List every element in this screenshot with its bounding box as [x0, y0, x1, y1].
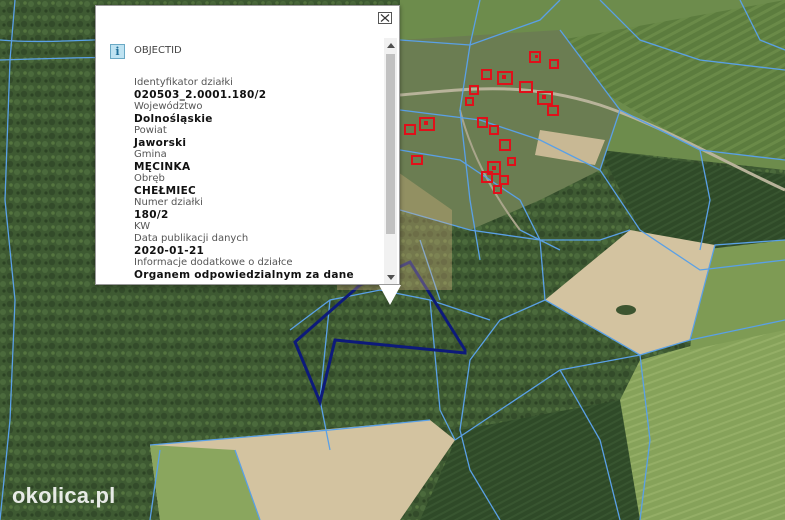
popup-scrollbar[interactable] — [384, 38, 397, 284]
scroll-thumb[interactable] — [386, 54, 395, 234]
popup-content[interactable]: i OBJECTID Identyfikator działki 020503_… — [96, 34, 386, 284]
field-label: Identyfikator działki — [134, 77, 233, 88]
field-label: Data publikacji danych — [134, 233, 249, 244]
scroll-up-button[interactable] — [384, 38, 397, 52]
field-value: CHEŁMIEC — [134, 185, 197, 197]
field-tree-clump — [616, 305, 636, 315]
info-icon: i — [110, 44, 125, 59]
field-label: Województwo — [134, 101, 203, 112]
field-value: 2020-01-21 — [134, 245, 205, 257]
close-icon — [380, 14, 390, 22]
info-popup: i OBJECTID Identyfikator działki 020503_… — [95, 5, 400, 285]
close-button[interactable] — [378, 12, 392, 24]
arrow-down-icon — [386, 274, 395, 280]
popup-pointer — [379, 285, 401, 305]
field-value: MĘCINKA — [134, 161, 191, 173]
field-label: Obręb — [134, 173, 165, 184]
field-value: Organem odpowiedzialnym za dane — [134, 269, 354, 281]
arrow-up-icon — [386, 42, 395, 48]
field-value: 180/2 — [134, 209, 169, 221]
field-value: Dolnośląskie — [134, 113, 213, 125]
field-value: 020503_2.0001.180/2 — [134, 89, 267, 101]
field-label: KW — [134, 221, 151, 232]
field-value: Jaworski — [134, 137, 187, 149]
popup-title: OBJECTID — [134, 45, 182, 56]
attribute-list: Identyfikator działki 020503_2.0001.180/… — [134, 77, 384, 281]
field-label: Gmina — [134, 149, 167, 160]
scroll-down-button[interactable] — [384, 270, 397, 284]
field-label: Numer działki — [134, 197, 203, 208]
field-label: Informacje dodatkowe o działce — [134, 257, 293, 268]
site-watermark: okolica.pl — [12, 483, 116, 508]
field-label: Powiat — [134, 125, 167, 136]
